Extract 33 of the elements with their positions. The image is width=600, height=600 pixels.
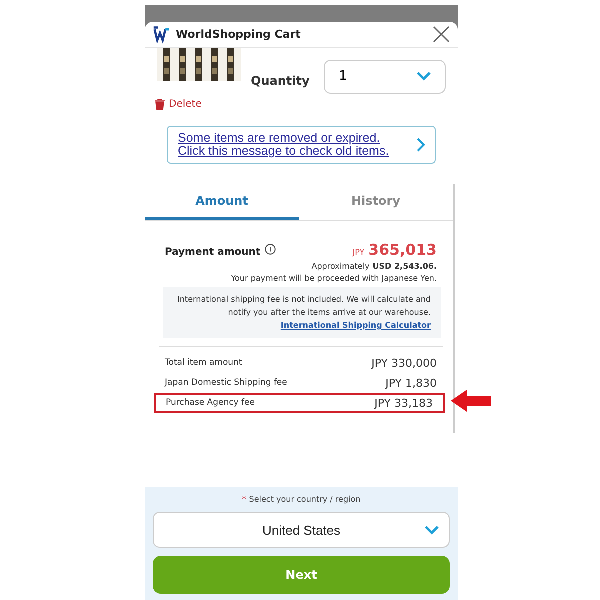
payment-note: Your payment will be proceeded with Japanese Yen. <box>230 274 437 283</box>
cart-title: WorldShopping Cart <box>176 28 302 41</box>
fee-label: Total item amount <box>165 358 242 368</box>
fee-value: JPY 33,183 <box>374 396 433 410</box>
chevron-icon <box>425 526 439 534</box>
trash-icon <box>155 99 165 110</box>
notice-link[interactable]: Some items are removed or expired. Click this message to check old items. <box>178 132 407 158</box>
fee-label: Purchase Agency fee <box>166 398 255 408</box>
approx-amount: USD 2,543.06. <box>372 262 437 271</box>
info-icon[interactable] <box>264 244 276 255</box>
quantity-label: Quantity <box>251 74 310 88</box>
required-mark: * <box>242 495 246 504</box>
arrow-icon <box>451 390 491 412</box>
chevron-icon <box>417 72 431 81</box>
tab[interactable]: Amount <box>145 184 299 220</box>
payment-label: Payment amount <box>165 247 261 258</box>
country-select[interactable]: United States <box>153 512 450 548</box>
currency-label: JPY <box>352 248 365 257</box>
fee-value: JPY 1,830 <box>386 376 437 390</box>
close-icon[interactable] <box>433 26 450 43</box>
quantity-select[interactable]: 1 <box>324 60 446 94</box>
logo-icon <box>153 26 171 44</box>
fee-value: JPY 330,000 <box>372 356 437 370</box>
chevron-right-icon <box>417 138 425 152</box>
tab[interactable]: History <box>299 184 453 220</box>
delete-button[interactable]: Delete <box>155 99 202 110</box>
payment-amount: 365,013 <box>368 241 437 259</box>
notice-banner[interactable]: Some items are removed or expired. Click this message to check old items. <box>167 126 436 164</box>
fee-label: Japan Domestic Shipping fee <box>165 378 288 388</box>
calculator-link[interactable]: International Shipping Calculator <box>280 319 431 332</box>
approx-label: Approximately <box>312 262 370 271</box>
country-label: Select your country / region <box>249 495 361 504</box>
shipping-note: International shipping fee is not included. We will calculate and notify you after the items arrive at our warehouse. <box>176 294 431 319</box>
